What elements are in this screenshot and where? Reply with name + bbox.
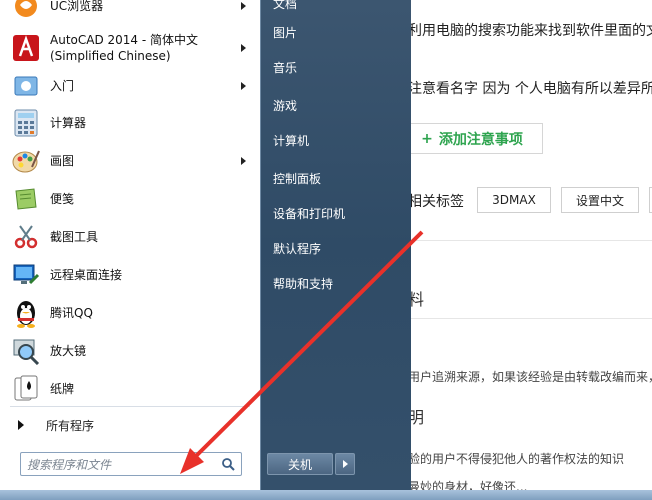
tag-chinese-settings[interactable]: 设置中文 xyxy=(561,187,639,213)
submenu-arrow-icon xyxy=(241,44,246,52)
getting-started-icon xyxy=(10,70,42,102)
right-link-documents[interactable]: 文档 xyxy=(273,0,297,12)
program-label: UC浏览器 xyxy=(50,0,104,13)
start-menu: UC浏览器 AutoCAD 2014 - 简体中文 (Simplified Ch… xyxy=(0,0,411,490)
references-text: 用户追溯来源，如果该经验是由转载改编而来， xyxy=(408,370,652,384)
statement-text: 验的用户不得侵犯他人的著作权法的知识 xyxy=(408,452,625,466)
qq-penguin-icon xyxy=(10,297,42,329)
right-link-default-programs[interactable]: 默认程序 xyxy=(273,240,321,257)
submenu-arrow-icon xyxy=(241,2,246,10)
all-programs-item[interactable]: 所有程序 xyxy=(10,414,250,436)
program-label: AutoCAD 2014 - 简体中文 (Simplified Chinese) xyxy=(50,33,199,63)
right-link-computer[interactable]: 计算机 xyxy=(273,132,309,149)
program-item-qq[interactable]: 腾讯QQ xyxy=(4,295,256,331)
submenu-arrow-icon xyxy=(241,82,246,90)
program-label: 计算器 xyxy=(50,116,87,130)
add-note-label: 添加注意事项 xyxy=(438,131,523,148)
related-tags-label: 相关标签 xyxy=(408,194,464,210)
right-link-control-panel[interactable]: 控制面板 xyxy=(273,170,321,187)
search-box[interactable] xyxy=(20,452,242,476)
right-link-music[interactable]: 音乐 xyxy=(273,59,297,76)
program-item-magnifier[interactable]: 放大镜 xyxy=(4,333,256,369)
calculator-icon xyxy=(10,107,42,139)
plus-icon: + xyxy=(421,130,433,147)
program-label: 入门 xyxy=(50,79,75,93)
program-label: 放大镜 xyxy=(50,344,87,358)
step-text-1: 利用电脑的搜索功能来找到软件里面的文 xyxy=(408,23,652,39)
program-label: 截图工具 xyxy=(50,230,99,244)
programs-pane: UC浏览器 AutoCAD 2014 - 简体中文 (Simplified Ch… xyxy=(0,0,261,490)
program-label: 远程桌面连接 xyxy=(50,268,123,282)
shutdown-options-button[interactable] xyxy=(335,453,355,475)
program-item-sticky-notes[interactable]: 便笺 xyxy=(4,181,256,217)
submenu-arrow-icon xyxy=(241,157,246,165)
solitaire-icon xyxy=(10,373,42,405)
program-label: 画图 xyxy=(50,154,75,168)
program-item-uc-browser[interactable]: UC浏览器 xyxy=(4,0,256,24)
expand-arrow-icon xyxy=(18,420,24,430)
program-item-solitaire[interactable]: 纸牌 xyxy=(4,371,256,407)
divider xyxy=(10,406,250,407)
add-note-button[interactable]: + 添加注意事项 xyxy=(401,123,543,154)
step-text-2: 注意看名字 因为 个人电脑有所以差异所 xyxy=(408,81,652,97)
search-icon[interactable] xyxy=(221,457,235,471)
program-label: 腾讯QQ xyxy=(50,306,93,320)
program-label: 便笺 xyxy=(50,192,75,206)
tag-3dmax[interactable]: 3DMAX xyxy=(477,187,551,213)
shutdown-button[interactable]: 关机 xyxy=(267,453,333,475)
right-link-devices-printers[interactable]: 设备和打印机 xyxy=(273,205,345,222)
search-input[interactable] xyxy=(25,455,215,475)
right-link-games[interactable]: 游戏 xyxy=(273,97,297,114)
program-item-snipping-tool[interactable]: 截图工具 xyxy=(4,219,256,255)
uc-browser-icon xyxy=(10,0,42,22)
remote-desktop-icon xyxy=(10,259,42,291)
taskbar xyxy=(0,490,652,500)
autocad-icon xyxy=(10,32,42,64)
program-item-autocad[interactable]: AutoCAD 2014 - 简体中文 (Simplified Chinese) xyxy=(4,28,256,68)
sticky-notes-icon xyxy=(10,183,42,215)
right-link-pictures[interactable]: 图片 xyxy=(273,24,297,41)
paint-icon xyxy=(10,145,42,177)
program-item-calculator[interactable]: 计算器 xyxy=(4,105,256,141)
magnifier-icon xyxy=(10,335,42,367)
program-item-paint[interactable]: 画图 xyxy=(4,143,256,179)
all-programs-label: 所有程序 xyxy=(46,418,95,433)
program-item-getting-started[interactable]: 入门 xyxy=(4,68,256,104)
program-item-remote-desktop[interactable]: 远程桌面连接 xyxy=(4,257,256,293)
right-link-help-support[interactable]: 帮助和支持 xyxy=(273,275,333,292)
chevron-right-icon xyxy=(342,460,348,468)
snipping-tool-icon xyxy=(10,221,42,253)
places-pane: 文档 图片 音乐 游戏 计算机 控制面板 设备和打印机 默认程序 帮助和支持 关… xyxy=(260,0,411,490)
program-label: 纸牌 xyxy=(50,382,75,396)
